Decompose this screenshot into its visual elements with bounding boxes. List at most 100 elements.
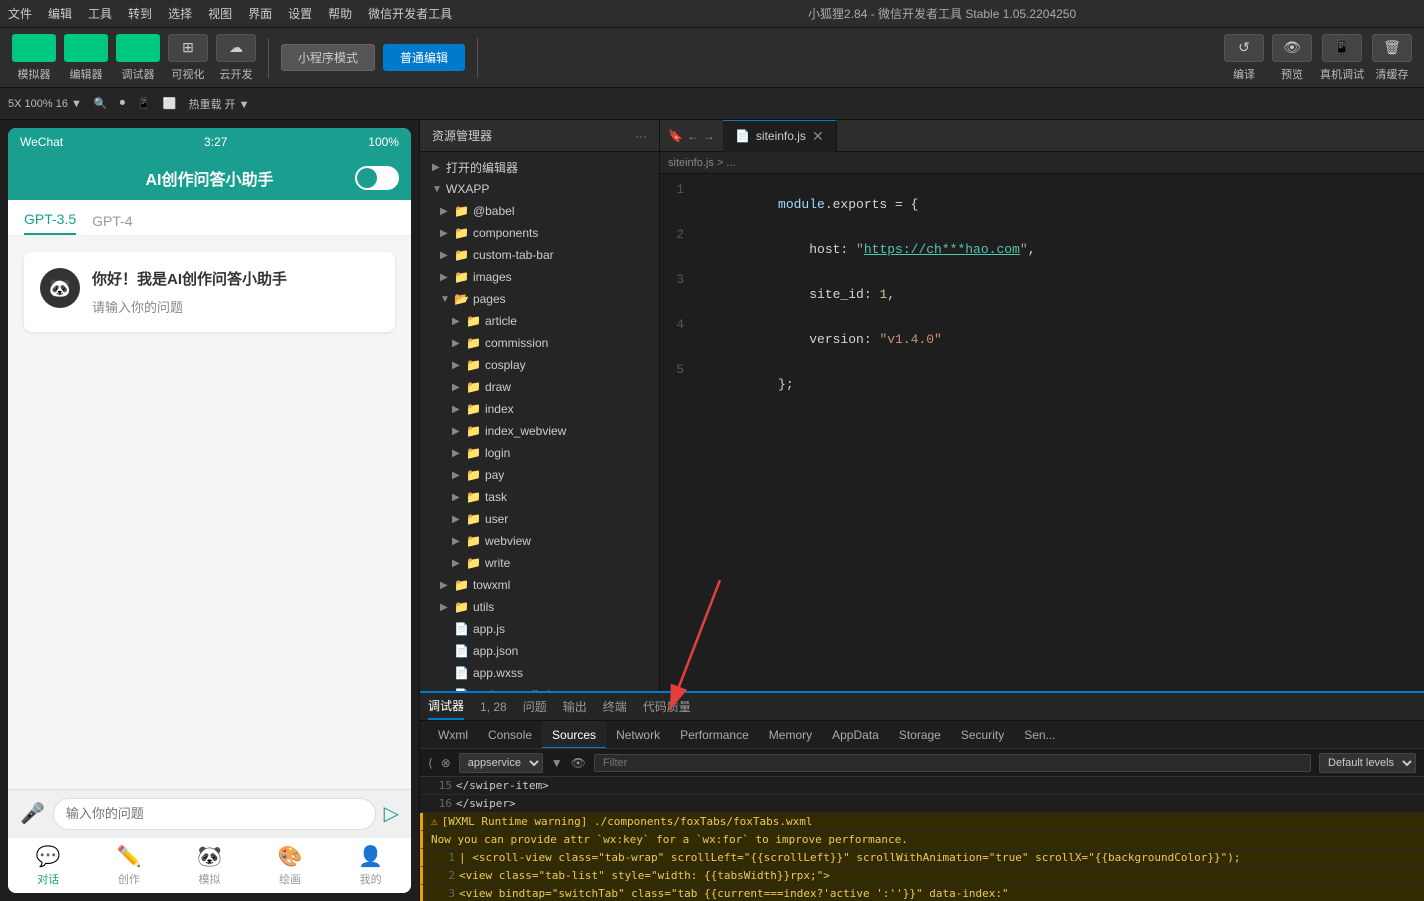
debugger-button[interactable] (116, 34, 160, 62)
compile-button[interactable]: ↺ (1224, 34, 1264, 62)
folder-pay[interactable]: ▶ 📁 pay (420, 464, 659, 486)
folder-article[interactable]: ▶ 📁 article (420, 310, 659, 332)
menu-file[interactable]: 文件 (8, 5, 32, 22)
nav-simulate[interactable]: 🐼 模拟 (169, 838, 250, 893)
visual-button[interactable]: ⊞ (168, 34, 208, 62)
phone-chat-tabs: GPT-3.5 GPT-4 (8, 200, 411, 236)
cloud-button[interactable]: ☁ (216, 34, 256, 62)
compile-mode-button[interactable]: 普通编辑 (383, 44, 465, 71)
send-icon[interactable]: ▷ (384, 801, 399, 826)
file-appjs[interactable]: ▶ 📄 app.js (420, 618, 659, 640)
mini-mode-button[interactable]: 小程序模式 (281, 44, 375, 71)
file-appjson[interactable]: ▶ 📄 app.json (420, 640, 659, 662)
menu-interface[interactable]: 界面 (248, 5, 272, 22)
file-appwxss[interactable]: ▶ 📄 app.wxss (420, 662, 659, 684)
dev-tab-performance[interactable]: Performance (670, 721, 759, 749)
file-appwxss-icon: 📄 (454, 666, 469, 680)
folder-commission[interactable]: ▶ 📁 commission (420, 332, 659, 354)
folder-towxml[interactable]: ▶ 📁 towxml (420, 574, 659, 596)
nav-create[interactable]: ✏️ 创作 (89, 838, 170, 893)
folder-write[interactable]: ▶ 📁 write (420, 552, 659, 574)
folder-index[interactable]: ▶ 📁 index (420, 398, 659, 420)
zoom-level[interactable]: 5X 100% 16 ▼ (8, 98, 82, 110)
open-editors-section[interactable]: ▶ 打开的编辑器 (420, 156, 659, 178)
visual-group: ⊞ 可视化 (168, 34, 208, 82)
menu-view[interactable]: 视图 (208, 5, 232, 22)
search-button[interactable]: 🔍 (94, 97, 108, 110)
preview-button[interactable]: 👁 (1272, 34, 1312, 62)
filter-input[interactable] (660, 754, 1311, 772)
nav-draw-label: 绘画 (279, 871, 301, 887)
compile-group: ↺ 编译 (1224, 34, 1264, 82)
editor-tab-siteinfo[interactable]: 📄 siteinfo.js ✕ (723, 120, 837, 152)
editor-button[interactable] (64, 34, 108, 62)
editor-breadcrumb: siteinfo.js > ... (660, 152, 1424, 174)
menu-edit[interactable]: 编辑 (48, 5, 72, 22)
nav-profile[interactable]: 👤 我的 (330, 838, 411, 893)
real-debug-button[interactable]: 📱 (1322, 34, 1362, 62)
editor-tab-close[interactable]: ✕ (812, 128, 824, 145)
folder-cosplay[interactable]: ▶ 📁 cosplay (420, 354, 659, 376)
menu-select[interactable]: 选择 (168, 5, 192, 22)
folder-task[interactable]: ▶ 📁 task (420, 486, 659, 508)
hot-reload[interactable]: 热重载 开 ▼ (189, 96, 250, 112)
bookmark-icon: 🔖 (668, 129, 683, 143)
folder-user[interactable]: ▶ 📁 user (420, 508, 659, 530)
nav-chat[interactable]: 💬 对话 (8, 838, 89, 893)
folder-utils[interactable]: ▶ 📁 utils (420, 596, 659, 618)
dev-tab-storage[interactable]: Storage (889, 721, 951, 749)
folder-index-webview[interactable]: ▶ 📁 index_webview (420, 420, 659, 442)
file-appwxss-label: app.wxss (473, 666, 523, 680)
menu-tools[interactable]: 工具 (88, 5, 112, 22)
code-line-3: 3 site_id: 1, (660, 272, 1424, 317)
chat-text: 你好！我是AI创作问答小助手 请输入你的问题 (92, 268, 287, 316)
menu-goto[interactable]: 转到 (128, 5, 152, 22)
wxapp-section[interactable]: ▼ WXAPP (420, 178, 659, 200)
breadcrumb-nav: siteinfo.js > ... (668, 157, 736, 169)
folder-webview-icon: 📁 (466, 534, 481, 548)
dev-tab-more[interactable]: Sen... (1014, 721, 1065, 749)
folder-webview[interactable]: ▶ 📁 webview (420, 530, 659, 552)
line-content-3: site_id: 1, (700, 272, 1424, 317)
simulator-button[interactable] (12, 34, 56, 62)
tab-gpt35[interactable]: GPT-3.5 (24, 211, 76, 235)
folder-pages[interactable]: ▼ 📂 pages (420, 288, 659, 310)
filter-level-select[interactable]: Default levels (1319, 753, 1416, 773)
folder-pay-icon: 📁 (466, 468, 481, 482)
main-layout: WeChat 3:27 100% AI创作问答小助手 GPT-3.5 GPT-4… (0, 120, 1424, 901)
cloud-group: ☁ 云开发 (216, 34, 256, 82)
create-icon: ✏️ (116, 844, 141, 869)
folder-babel[interactable]: ▶ 📁 @babel (420, 200, 659, 222)
nav-back-button[interactable]: ← (687, 129, 699, 143)
phone-toggle[interactable] (355, 166, 399, 190)
folder-custom-tab-bar[interactable]: ▶ 📁 custom-tab-bar (420, 244, 659, 266)
line-num-1: 1 (660, 182, 700, 197)
folder-components[interactable]: ▶ 📁 components (420, 222, 659, 244)
tab-gpt4[interactable]: GPT-4 (92, 213, 132, 235)
folder-login[interactable]: ▶ 📁 login (420, 442, 659, 464)
folder-images[interactable]: ▶ 📁 images (420, 266, 659, 288)
folder-utils-label: utils (473, 600, 494, 614)
devtools-panel: 调试器 1, 28 问题 输出 终端 代码质量 Wxml Console Sou… (660, 691, 1424, 901)
devtools-tab-quality[interactable]: 代码质量 (660, 694, 691, 719)
dev-tab-memory[interactable]: Memory (759, 721, 822, 749)
file-tree-more[interactable]: ··· (635, 129, 647, 143)
mic-icon: 🎤 (20, 801, 45, 826)
phone-input[interactable] (53, 798, 376, 830)
code-line-2: 2 host: "https://ch***hao.com", (660, 227, 1424, 272)
menu-wechat-dev[interactable]: 微信开发者工具 (368, 5, 452, 22)
log-area[interactable]: 15 </swiper-item> 16 </swiper> ⚠ [WXML R… (660, 777, 1424, 901)
line-content-1: module.exports = { (700, 182, 1424, 227)
dev-tab-network[interactable]: Network (660, 721, 670, 749)
menu-help[interactable]: 帮助 (328, 5, 352, 22)
stop-button[interactable]: ⏺ (120, 97, 126, 110)
menu-settings[interactable]: 设置 (288, 5, 312, 22)
dev-tab-security[interactable]: Security (951, 721, 1014, 749)
folder-draw[interactable]: ▶ 📁 draw (420, 376, 659, 398)
nav-draw[interactable]: 🎨 绘画 (250, 838, 331, 893)
dev-tab-appdata[interactable]: AppData (822, 721, 889, 749)
clear-cache-button[interactable]: 🗑 (1372, 34, 1412, 62)
draw-icon: 🎨 (278, 844, 303, 869)
real-debug-label: 真机调试 (1320, 66, 1364, 82)
nav-forward-button[interactable]: → (703, 129, 715, 143)
